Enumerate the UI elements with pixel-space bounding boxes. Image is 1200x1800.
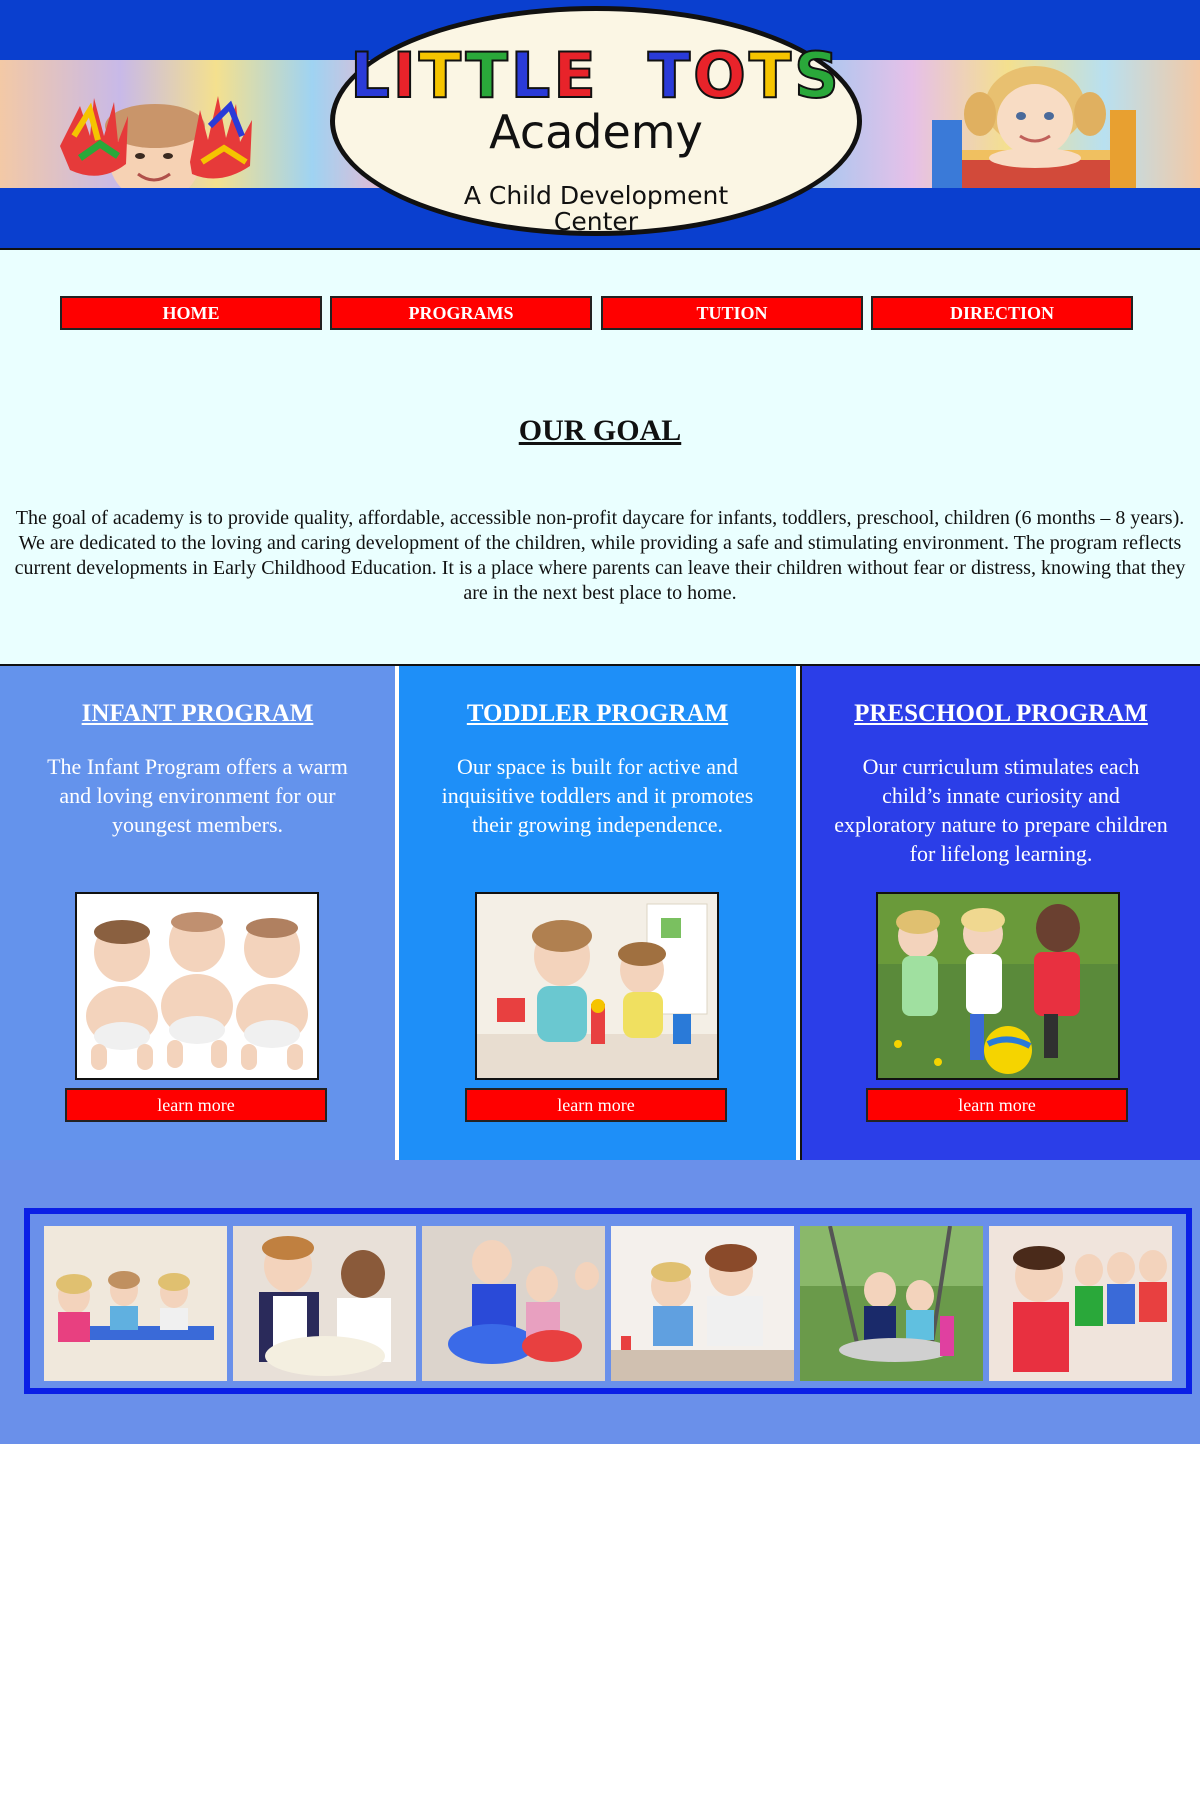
nav-programs-button[interactable]: PROGRAMS (330, 296, 592, 330)
preschool-program-description: Our curriculum stimulates each child’s i… (834, 754, 1168, 866)
infant-program-photo (75, 892, 319, 1080)
girl-with-books-photo (932, 66, 1136, 188)
little-tots-logo[interactable]: LITTLE TOTS Academy A Child Development … (330, 6, 862, 236)
header-banner: LITTLE TOTS Academy A Child Development … (0, 0, 1200, 250)
gallery-photo-teacher-with-child[interactable] (611, 1226, 794, 1381)
logo-letter: T (418, 39, 466, 112)
logo-tagline-line1: A Child Development (463, 181, 729, 210)
babies-crawling-illustration (77, 894, 317, 1078)
gallery-photo-swing[interactable] (800, 1226, 983, 1381)
logo-subtitle: Academy (489, 105, 703, 159)
infant-learn-more-button[interactable]: learn more (65, 1088, 327, 1122)
main-section: HOME PROGRAMS TUTION DIRECTION OUR GOAL … (0, 250, 1200, 664)
infant-program-title[interactable]: INFANT PROGRAM (0, 700, 395, 728)
logo-letter: L (510, 39, 554, 112)
logo-letter: T (647, 39, 694, 112)
logo-title: LITTLE TOTS (335, 44, 857, 108)
preschool-program-photo (876, 892, 1120, 1080)
toddlers-playing-illustration (477, 894, 717, 1078)
gallery-photo-classroom-table[interactable] (44, 1226, 227, 1381)
logo-letter: I (392, 39, 419, 112)
kids-running-illustration (878, 894, 1118, 1078)
logo-tagline-line2: Center (553, 207, 639, 236)
nav-bar: HOME PROGRAMS TUTION DIRECTION (60, 296, 1134, 330)
gallery-photo-baking-kids[interactable] (233, 1226, 416, 1381)
toddler-program-photo (475, 892, 719, 1080)
logo-letter-space (599, 39, 648, 112)
painted-hands-child-photo (60, 96, 252, 188)
toddler-program-title[interactable]: TODDLER PROGRAM (399, 700, 796, 728)
infant-program-card: INFANT PROGRAM The Infant Program offers… (0, 666, 397, 1160)
logo-letter: O (692, 39, 749, 112)
toddler-program-description: Our space is built for active and inquis… (441, 754, 754, 837)
logo-letter: T (748, 39, 795, 112)
goal-heading: OUR GOAL (518, 414, 682, 447)
logo-letter: E (552, 39, 599, 112)
preschool-program-title[interactable]: PRESCHOOL PROGRAM (802, 700, 1200, 728)
goal-paragraph: The goal of academy is to provide qualit… (14, 507, 1186, 604)
preschool-learn-more-button[interactable]: learn more (866, 1088, 1128, 1122)
logo-letter: S (793, 39, 842, 112)
nav-tuition-button[interactable]: TUTION (601, 296, 863, 330)
photo-gallery-strip (24, 1208, 1192, 1394)
infant-program-description: The Infant Program offers a warm and lov… (47, 754, 348, 837)
toddler-program-card: TODDLER PROGRAM Our space is built for a… (399, 666, 798, 1160)
gallery-photo-ride-on-toys[interactable] (422, 1226, 605, 1381)
gallery-photo-smiling-boy[interactable] (989, 1226, 1172, 1381)
nav-direction-button[interactable]: DIRECTION (871, 296, 1133, 330)
toddler-learn-more-button[interactable]: learn more (465, 1088, 727, 1122)
nav-home-button[interactable]: HOME (60, 296, 322, 330)
photo-gallery-section (0, 1160, 1200, 1444)
programs-section: INFANT PROGRAM The Infant Program offers… (0, 664, 1200, 1162)
logo-letter: L (349, 39, 393, 112)
preschool-program-card: PRESCHOOL PROGRAM Our curriculum stimula… (800, 666, 1200, 1160)
logo-letter: T (464, 39, 511, 112)
